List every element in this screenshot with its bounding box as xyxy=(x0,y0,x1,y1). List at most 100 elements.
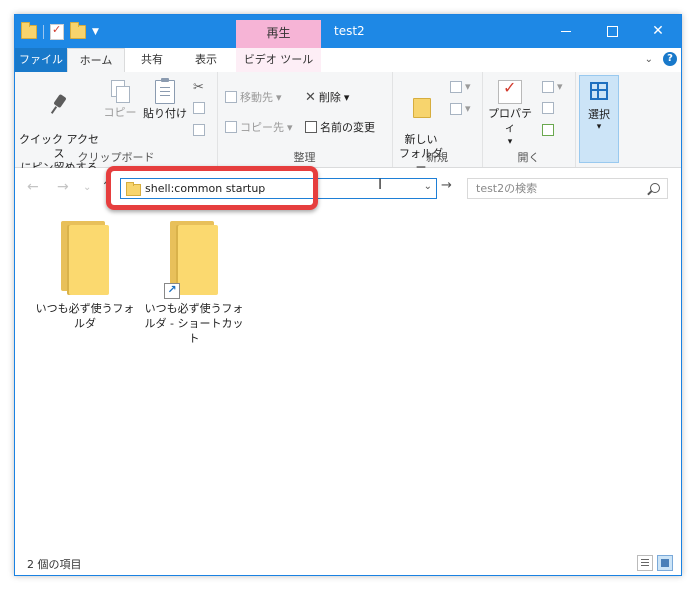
ribbon: クイック アクセス にピン留めする コピー 貼り付け ✂ クリップボード 移動先… xyxy=(15,72,681,174)
chevron-down-icon: ▾ xyxy=(343,90,350,104)
open-icon xyxy=(542,80,554,93)
back-arrow-icon[interactable]: ← xyxy=(27,179,39,195)
new-folder-icon[interactable] xyxy=(70,22,86,39)
paste-shortcut-icon xyxy=(193,124,205,136)
chevron-down-icon[interactable]: ⌄ xyxy=(645,54,653,65)
help-icon[interactable]: ? xyxy=(663,52,677,66)
copy-path-icon xyxy=(193,102,205,114)
context-tab-play[interactable]: 再生 xyxy=(236,20,321,48)
edit-button[interactable] xyxy=(542,102,554,114)
search-icon xyxy=(650,183,660,193)
search-placeholder: test2の検索 xyxy=(476,182,538,195)
scissors-icon: ✂ xyxy=(193,80,204,95)
move-to-label: 移動先 xyxy=(240,91,273,104)
folder-icon: ↗ xyxy=(164,221,218,299)
pin-icon xyxy=(48,94,70,116)
move-to-button[interactable]: 移動先 ▾ xyxy=(225,89,282,105)
paste-button[interactable]: 貼り付け xyxy=(143,78,187,121)
large-icons-view-icon[interactable] xyxy=(657,555,673,571)
highlight-annotation xyxy=(106,166,318,210)
chevron-down-icon: ▾ xyxy=(507,137,513,147)
folder-icon[interactable] xyxy=(21,22,37,39)
group-clipboard: クイック アクセス にピン留めする コピー 貼り付け ✂ クリップボード xyxy=(15,72,218,174)
group-label-organize: 整理 xyxy=(293,151,316,164)
paste-shortcut-button[interactable] xyxy=(193,124,205,136)
ribbon-tabs: ファイル ホーム 共有 表示 ビデオ ツール ⌄ ? xyxy=(15,48,681,73)
copy-icon xyxy=(111,80,130,103)
paste-icon xyxy=(155,78,175,104)
item-count: 2 個の項目 xyxy=(27,558,82,571)
properties-label: プロパティ xyxy=(488,107,532,134)
tab-view[interactable]: 表示 xyxy=(181,48,231,72)
folder-icon xyxy=(61,221,109,295)
title-bar: ▼ 再生 test2 ✕ xyxy=(15,15,681,48)
rename-label: 名前の変更 xyxy=(320,121,375,134)
maximize-icon xyxy=(606,25,618,37)
history-button[interactable] xyxy=(542,124,554,136)
folder-front xyxy=(69,225,109,295)
forward-arrow-icon[interactable]: → xyxy=(57,179,69,195)
paste-label: 貼り付け xyxy=(143,107,187,120)
new-item-button[interactable]: ▾ xyxy=(450,80,471,93)
cut-button[interactable]: ✂ xyxy=(193,80,204,95)
group-organize: 移動先 ▾ コピー先 ▾ ✕ 削除 ▾ 名前の変更 整理 xyxy=(217,72,393,167)
close-button[interactable]: ✕ xyxy=(635,15,681,48)
copy-to-button[interactable]: コピー先 ▾ xyxy=(225,119,293,135)
search-box[interactable]: test2の検索 xyxy=(467,178,668,199)
select-label: 選択 xyxy=(588,108,610,121)
copy-label: コピー xyxy=(103,106,137,119)
ribbon-controls: ⌄ ? xyxy=(645,52,677,66)
maximize-button[interactable] xyxy=(589,15,635,48)
properties-button[interactable]: プロパティ ▾ xyxy=(484,80,536,149)
properties-icon[interactable] xyxy=(50,23,64,40)
minimize-icon xyxy=(561,30,571,32)
status-bar: 2 個の項目 xyxy=(15,553,681,575)
delete-button[interactable]: ✕ 削除 ▾ xyxy=(305,89,349,105)
move-to-icon xyxy=(225,91,237,103)
text-cursor-icon: I xyxy=(378,177,383,193)
new-item-icon xyxy=(450,80,462,93)
tab-file[interactable]: ファイル xyxy=(15,48,67,72)
delete-icon: ✕ xyxy=(305,89,316,105)
history-icon xyxy=(542,124,554,136)
recent-dropdown-icon[interactable]: ⌄ xyxy=(83,182,91,193)
chevron-down-icon: ▾ xyxy=(276,90,282,104)
group-label-open: 開く xyxy=(517,151,540,164)
select-grid-icon xyxy=(590,82,608,100)
go-arrow-icon[interactable]: → xyxy=(441,178,452,193)
explorer-window: ▼ 再生 test2 ✕ ファイル ホーム 共有 表示 ビデオ ツール ⌄ ? … xyxy=(14,14,682,576)
shortcut-item-label: いつも必ず使うフォルダ - ショートカット xyxy=(144,302,244,345)
easy-access-button[interactable]: ▾ xyxy=(450,102,471,115)
folder-front xyxy=(178,225,218,295)
group-new: 新しい フォルダー ▾ ▾ 新規 xyxy=(392,72,483,174)
chevron-down-icon: ▾ xyxy=(596,122,602,132)
folder-item-label: いつも必ず使うフォルダ xyxy=(35,302,135,330)
select-button[interactable]: 選択 ▾ xyxy=(579,75,619,163)
toolbar-separator xyxy=(43,25,44,39)
shortcut-item[interactable]: ↗ いつも必ず使うフォルダ - ショートカット xyxy=(141,221,247,346)
edit-icon xyxy=(542,102,554,114)
new-folder-icon xyxy=(410,94,432,118)
delete-label: 削除 xyxy=(318,91,341,104)
tab-share[interactable]: 共有 xyxy=(128,48,176,72)
close-icon: ✕ xyxy=(652,23,664,39)
group-label-new: 新規 xyxy=(426,151,448,164)
open-button[interactable]: ▾ xyxy=(542,80,563,93)
customize-dropdown-icon[interactable]: ▼ xyxy=(92,27,99,37)
rename-button[interactable]: 名前の変更 xyxy=(305,119,375,135)
copy-to-icon xyxy=(225,121,237,133)
details-view-icon[interactable] xyxy=(637,555,653,571)
quick-access-toolbar: ▼ xyxy=(21,22,99,42)
easy-access-icon xyxy=(450,102,462,115)
folder-item[interactable]: いつも必ず使うフォルダ xyxy=(35,221,135,331)
minimize-button[interactable] xyxy=(543,15,589,48)
shortcut-arrow-icon: ↗ xyxy=(164,283,180,299)
tab-video-tools[interactable]: ビデオ ツール xyxy=(236,48,321,72)
window-title: test2 xyxy=(334,24,365,38)
copy-path-button[interactable] xyxy=(193,102,205,114)
chevron-down-icon[interactable]: ⌄ xyxy=(424,181,432,192)
group-open: プロパティ ▾ ▾ 開く xyxy=(482,72,576,167)
copy-button[interactable]: コピー xyxy=(103,80,137,120)
file-list: いつも必ず使うフォルダ ↗ いつも必ず使うフォルダ - ショートカット xyxy=(15,207,681,555)
tab-home[interactable]: ホーム xyxy=(67,48,125,73)
